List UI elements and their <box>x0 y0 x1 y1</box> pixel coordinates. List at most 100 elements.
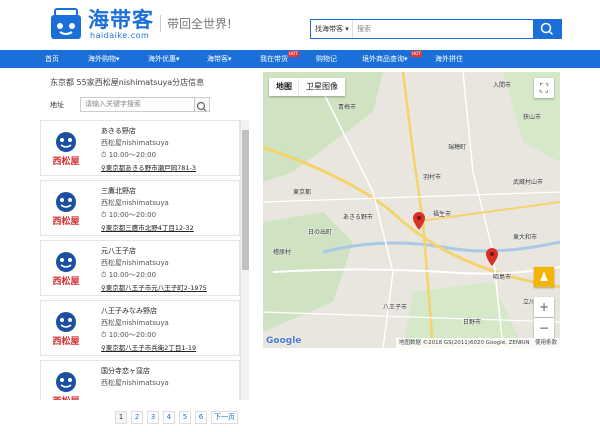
map-label: 日野市 <box>463 319 482 326</box>
map-label: 八王子市 <box>383 304 408 311</box>
clock-icon: ⏱ <box>101 271 107 279</box>
google-logo: Google <box>266 336 302 346</box>
map-label: 昭島市 <box>493 274 512 281</box>
map-type-map-button[interactable]: 地图 <box>269 78 299 96</box>
nishimatsuya-logo-icon: 西松屋 <box>45 249 87 289</box>
nav-haidaike[interactable]: 海带客▾ <box>207 50 232 68</box>
next-page-button[interactable]: 下一页 <box>211 411 238 424</box>
nishimatsuya-logo-icon: 西松屋 <box>45 369 87 400</box>
hot-badge: HOT <box>411 51 422 57</box>
store-hours-text: 10:00～20:00 <box>108 151 157 159</box>
store-card[interactable]: 西松屋 元八王子店 西松屋nishimatsuya ⏱ 10:00～20:00 … <box>40 240 240 296</box>
store-name: 元八王子店 <box>101 247 136 255</box>
nav-overseas-shared-stay[interactable]: 海外拼住 <box>435 50 463 68</box>
map-label: あきる野市 <box>343 214 373 221</box>
nav-product-lookup[interactable]: 境外商品查询▾ <box>362 50 408 68</box>
nav-carrying-goods[interactable]: 我在带货 <box>260 50 288 68</box>
fullscreen-icon[interactable]: ⛶ <box>534 78 554 98</box>
nav-home[interactable]: 首页 <box>45 50 59 68</box>
store-map[interactable]: 入間市 青梅市 狭山市 瑞穂町 羽村市 武蔵村山市 東京都 福生市 あきる野市 … <box>263 72 560 348</box>
map-pin-icon[interactable] <box>486 248 498 266</box>
logo-icon[interactable] <box>48 5 84 45</box>
nav-shopping-notes[interactable]: 购物记 <box>316 50 337 68</box>
address-search-button[interactable] <box>194 97 210 112</box>
header: 海带客 haidaike.com 带回全世界! 找海带客 ▾ 搜索 <box>0 0 600 50</box>
nishimatsuya-logo-icon: 西松屋 <box>45 309 87 349</box>
svg-text:西松屋: 西松屋 <box>52 155 79 167</box>
store-card[interactable]: 西松屋 八王子みなみ野店 西松屋nishimatsuya ⏱ 10:00～20:… <box>40 300 240 356</box>
svg-text:西松屋: 西松屋 <box>52 395 79 400</box>
map-label: 瑞穂町 <box>448 144 467 151</box>
zoom-out-button[interactable]: − <box>534 318 554 338</box>
map-label: 青梅市 <box>338 104 357 111</box>
store-card[interactable]: 西松屋 国分寺恋ヶ窪店 西松屋nishimatsuya <box>40 360 240 400</box>
map-label: 羽村市 <box>423 174 442 181</box>
clock-icon: ⏱ <box>101 331 107 339</box>
store-brand: 西松屋nishimatsuya <box>101 379 169 387</box>
store-address-text[interactable]: 東京都あきる野市瀬戸岡781-3 <box>106 164 196 172</box>
map-label: 福生市 <box>433 211 452 218</box>
svg-text:西松屋: 西松屋 <box>52 215 79 227</box>
store-hours: ⏱ 10:00～20:00 <box>101 210 156 220</box>
store-card[interactable]: 西松屋 あきる野店 西松屋nishimatsuya ⏱ 10:00～20:00 … <box>40 120 240 176</box>
map-attribution[interactable]: 地图数据 ©2018 GS(2011)6020 Google, ZENRIN 使… <box>395 338 560 348</box>
map-type-satellite-button[interactable]: 卫星图像 <box>299 78 345 96</box>
store-address-text[interactable]: 東京都八王子市元八王子町2-1975 <box>106 284 207 292</box>
store-brand: 西松屋nishimatsuya <box>101 199 169 207</box>
store-hours-text: 10:00～20:00 <box>108 331 157 339</box>
store-hours: ⏱ 10:00～20:00 <box>101 270 156 280</box>
scrollbar-thumb[interactable] <box>242 130 249 270</box>
store-address-text[interactable]: 東京都八王子市兵衛2丁目1-19 <box>106 344 196 352</box>
page-5[interactable]: 5 <box>179 411 191 424</box>
search-button[interactable] <box>533 19 562 39</box>
nishimatsuya-logo-icon: 西松屋 <box>45 189 87 229</box>
search-icon <box>540 22 554 36</box>
address-search-input[interactable]: 请输入关键字搜索 <box>80 97 208 112</box>
store-address-link[interactable]: ⚲東京都八王子市兵衛2丁目1-19 <box>101 342 196 352</box>
nav-overseas-shopping[interactable]: 海外购物▾ <box>88 50 120 68</box>
store-address-text[interactable]: 東京都三鷹市北野4丁目12-32 <box>106 224 194 232</box>
map-label: 狭山市 <box>523 114 542 121</box>
map-label: 入間市 <box>493 82 512 89</box>
map-label: 東大和市 <box>513 234 538 241</box>
store-hours-text: 10:00～20:00 <box>108 211 157 219</box>
hot-badge: HOT <box>288 51 299 57</box>
search-input[interactable]: 搜索 <box>357 20 533 38</box>
map-label: 東京都 <box>293 189 312 196</box>
nav-overseas-deals[interactable]: 海外优惠▾ <box>148 50 180 68</box>
store-name: 国分寺恋ヶ窪店 <box>101 367 150 375</box>
search-icon <box>196 101 207 112</box>
map-canvas <box>263 72 560 348</box>
search-bar: 找海带客 ▾ 搜索 <box>310 19 562 39</box>
search-category-select[interactable]: 找海带客 ▾ <box>311 20 353 38</box>
logo-text[interactable]: 海带客 <box>88 4 154 34</box>
logo-domain: haidaike.com <box>90 31 150 40</box>
zoom-in-button[interactable]: + <box>534 297 554 317</box>
page-1[interactable]: 1 <box>115 411 127 424</box>
store-card[interactable]: 西松屋 三鷹北野店 西松屋nishimatsuya ⏱ 10:00～20:00 … <box>40 180 240 236</box>
store-list: 西松屋 あきる野店 西松屋nishimatsuya ⏱ 10:00～20:00 … <box>40 120 250 400</box>
map-label: 武蔵村山市 <box>513 179 544 186</box>
main-nav: 首页 海外购物▾ 海外优惠▾ 海带客▾ 我在带货 HOT 购物记 境外商品查询▾… <box>0 50 600 68</box>
store-name: あきる野店 <box>101 127 136 135</box>
store-address-link[interactable]: ⚲東京都あきる野市瀬戸岡781-3 <box>101 162 196 172</box>
store-name: 三鷹北野店 <box>101 187 136 195</box>
store-name: 八王子みなみ野店 <box>101 307 157 315</box>
store-list-scrollbar[interactable] <box>240 120 249 400</box>
map-label: 檜原村 <box>273 249 292 256</box>
clock-icon: ⏱ <box>101 211 107 219</box>
map-pin-icon[interactable] <box>413 212 425 230</box>
store-address-link[interactable]: ⚲東京都八王子市元八王子町2-1975 <box>101 282 207 292</box>
page-2[interactable]: 2 <box>131 411 143 424</box>
store-address-link[interactable]: ⚲東京都三鷹市北野4丁目12-32 <box>101 222 194 232</box>
store-brand: 西松屋nishimatsuya <box>101 319 169 327</box>
map-label: 日の出町 <box>308 229 333 236</box>
store-hours-text: 10:00～20:00 <box>108 271 157 279</box>
address-label: 地址 <box>50 101 64 109</box>
page-4[interactable]: 4 <box>163 411 175 424</box>
store-hours: ⏱ 10:00～20:00 <box>101 150 156 160</box>
store-panel-title: 东京都 55家西松屋nishimatsuya分店信息 <box>50 78 205 87</box>
page-3[interactable]: 3 <box>147 411 159 424</box>
street-view-pegman-icon[interactable]: ♟ <box>534 267 554 287</box>
page-6[interactable]: 6 <box>195 411 207 424</box>
